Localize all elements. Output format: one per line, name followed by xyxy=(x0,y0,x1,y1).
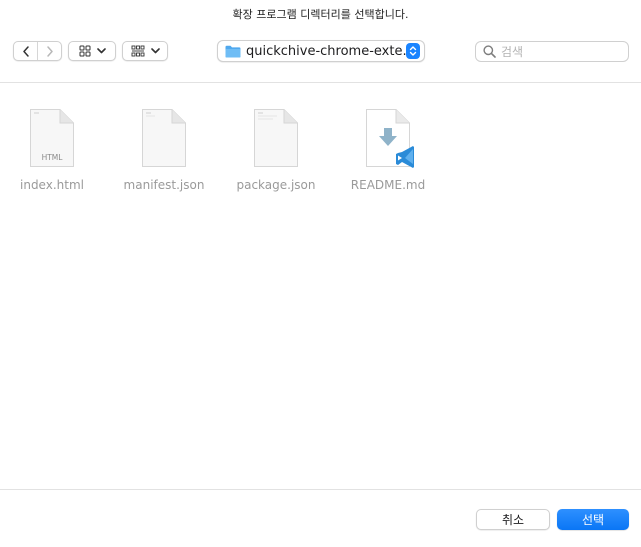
group-by-button[interactable] xyxy=(122,41,168,61)
nav-button-group xyxy=(13,41,62,61)
chevron-down-icon xyxy=(150,48,160,54)
file-item[interactable]: package.json xyxy=(221,108,331,192)
svg-text:HTML: HTML xyxy=(42,153,64,162)
search-input[interactable] xyxy=(501,44,621,59)
dialog-title: 확장 프로그램 디렉터리를 선택합니다. xyxy=(232,8,409,21)
file-item[interactable]: README.md xyxy=(333,108,443,192)
view-mode-button[interactable] xyxy=(68,41,116,61)
chevron-down-icon xyxy=(96,48,106,54)
cancel-button[interactable]: 취소 xyxy=(476,509,550,530)
chevron-right-icon xyxy=(46,45,53,57)
path-label: quickchive-chrome-exte... xyxy=(246,43,406,59)
icon-grid-view-icon xyxy=(79,45,90,57)
markdown-vscode-file-icon xyxy=(365,108,414,168)
folder-icon xyxy=(225,45,241,57)
forward-button[interactable] xyxy=(37,42,61,60)
group-by-icon xyxy=(131,45,144,57)
file-item[interactable]: HTML index.html xyxy=(0,108,107,192)
path-popup-button[interactable]: quickchive-chrome-exte... xyxy=(217,40,425,62)
search-icon xyxy=(483,45,496,58)
footer-divider xyxy=(0,489,641,490)
file-name: manifest.json xyxy=(123,178,205,192)
file-name: README.md xyxy=(350,178,426,192)
file-item[interactable]: manifest.json xyxy=(109,108,219,192)
search-field[interactable] xyxy=(475,41,629,62)
back-button[interactable] xyxy=(14,42,37,60)
file-grid: HTML index.html manifest.json package.js… xyxy=(0,100,641,220)
file-name: index.html xyxy=(20,178,84,192)
chevron-left-icon xyxy=(22,45,29,57)
file-name: package.json xyxy=(236,178,316,192)
html-file-icon: HTML xyxy=(29,108,75,168)
toolbar-divider xyxy=(0,82,641,83)
toolbar: quickchive-chrome-exte... xyxy=(0,38,641,64)
json-file-icon xyxy=(141,108,187,168)
select-button[interactable]: 선택 xyxy=(557,509,629,530)
path-stepper-icon xyxy=(406,43,420,59)
json-file-icon xyxy=(253,108,299,168)
